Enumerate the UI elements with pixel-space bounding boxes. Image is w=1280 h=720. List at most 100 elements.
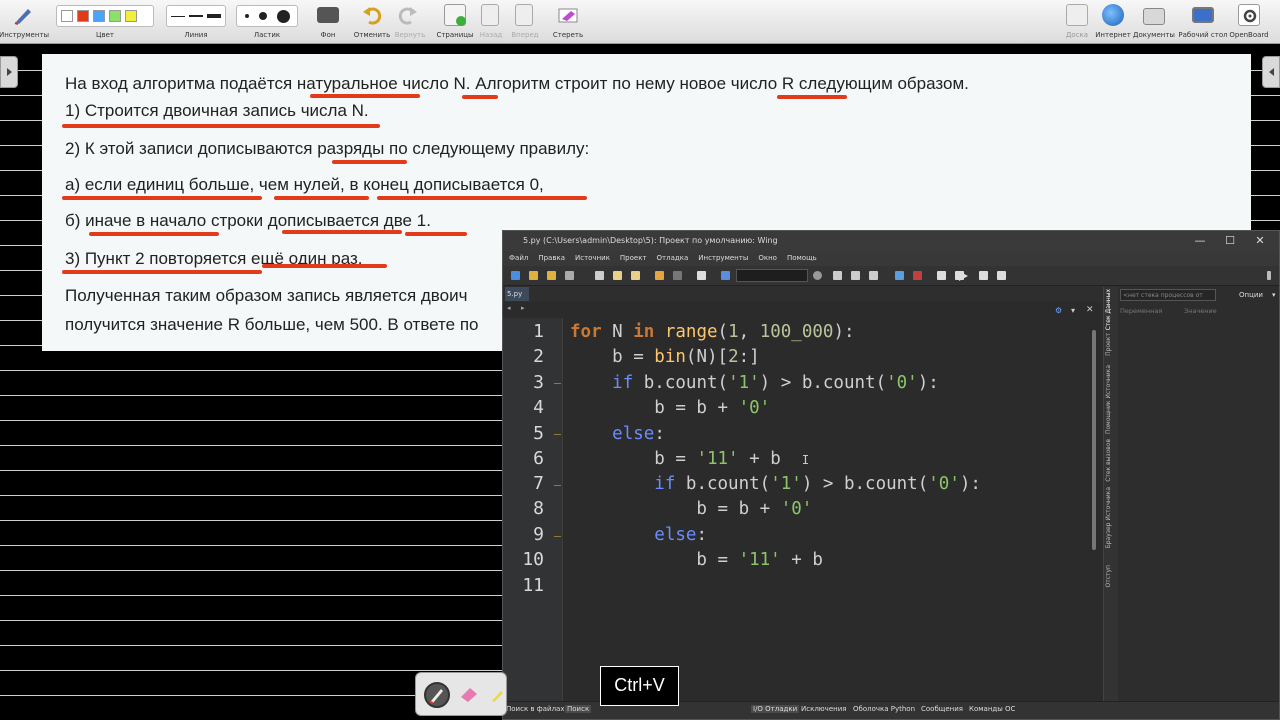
menu-edit[interactable]: Правка bbox=[538, 251, 565, 266]
nav-back-icon[interactable]: ◂ bbox=[507, 304, 511, 312]
fold-marker[interactable] bbox=[554, 536, 561, 537]
ide-search-input[interactable] bbox=[736, 269, 808, 282]
menu-source[interactable]: Источник bbox=[575, 251, 610, 266]
ide-window[interactable]: 5.py (C:\Users\admin\Desktop\5): Проект … bbox=[502, 230, 1280, 720]
python-icon[interactable] bbox=[895, 271, 904, 280]
tab-search-in-files[interactable]: Поиск в файлах bbox=[506, 705, 564, 713]
menu-help[interactable]: Помощь bbox=[787, 251, 817, 266]
tab-exceptions[interactable]: Исключения bbox=[801, 705, 846, 713]
close-icon[interactable]: ✕ bbox=[1245, 231, 1275, 251]
eraser-large-icon[interactable] bbox=[277, 9, 290, 23]
print-icon[interactable] bbox=[565, 271, 574, 280]
back-icon[interactable] bbox=[481, 4, 499, 26]
desktop-icon[interactable] bbox=[1192, 7, 1214, 23]
menu-project[interactable]: Проект bbox=[620, 251, 647, 266]
line-width-group[interactable] bbox=[166, 5, 226, 27]
ide-title-text: 5.py (C:\Users\admin\Desktop\5): Проект … bbox=[523, 236, 778, 245]
file-icon[interactable] bbox=[937, 271, 946, 280]
process-stack-dropdown[interactable]: <нет стека процессов от bbox=[1120, 289, 1216, 301]
eraser-size-group[interactable] bbox=[236, 5, 298, 27]
fold-marker[interactable] bbox=[554, 434, 561, 435]
step-over-icon[interactable] bbox=[997, 271, 1006, 280]
ide-titlebar[interactable]: 5.py (C:\Users\admin\Desktop\5): Проект … bbox=[503, 231, 1279, 251]
erase-icon[interactable] bbox=[557, 4, 579, 26]
tab-debug-io[interactable]: I/O Отладки bbox=[751, 705, 800, 713]
menu-window[interactable]: Окно bbox=[758, 251, 777, 266]
editor-scrollbar[interactable] bbox=[1091, 320, 1098, 695]
minimize-icon[interactable]: — bbox=[1185, 231, 1215, 251]
documents-icon[interactable] bbox=[1143, 8, 1165, 25]
color-yellow[interactable] bbox=[125, 10, 137, 22]
side-tab-source-assistant[interactable]: Помощник Источника bbox=[1105, 365, 1112, 434]
side-tab-project[interactable]: Проект bbox=[1105, 333, 1112, 356]
eraser-tool-icon[interactable] bbox=[458, 683, 480, 705]
toolbar-more-icon[interactable] bbox=[1267, 271, 1271, 280]
step-into-icon[interactable] bbox=[979, 271, 988, 280]
tab-messages[interactable]: Сообщения bbox=[921, 705, 963, 713]
copy-icon[interactable] bbox=[613, 271, 622, 280]
new-file-icon[interactable] bbox=[511, 271, 520, 280]
eraser-small-icon[interactable] bbox=[245, 14, 249, 18]
line-thick-icon[interactable] bbox=[207, 14, 221, 18]
tab-dropdown-icon[interactable]: ▾ bbox=[1071, 306, 1075, 315]
color-white[interactable] bbox=[61, 10, 73, 22]
save-file-icon[interactable] bbox=[547, 271, 556, 280]
indent-icon[interactable] bbox=[697, 271, 706, 280]
redo-icon[interactable] bbox=[397, 4, 419, 26]
line-medium-icon[interactable] bbox=[189, 15, 203, 17]
tab-5py[interactable]: 5.py bbox=[505, 287, 529, 301]
tab-search[interactable]: Поиск bbox=[565, 705, 592, 713]
menu-file[interactable]: Файл bbox=[509, 251, 528, 266]
right-panel-toggle[interactable] bbox=[1262, 56, 1280, 88]
tools-icon[interactable] bbox=[12, 4, 34, 26]
forward-icon[interactable] bbox=[515, 4, 533, 26]
board-icon[interactable] bbox=[1066, 4, 1088, 26]
undo-icon[interactable] bbox=[361, 4, 383, 26]
indent-right-icon[interactable] bbox=[833, 271, 842, 280]
fold-marker[interactable] bbox=[554, 383, 561, 384]
color-blue[interactable] bbox=[93, 10, 105, 22]
tab-python-shell[interactable]: Оболочка Python bbox=[853, 705, 915, 713]
pages-icon[interactable] bbox=[444, 4, 466, 26]
eraser-medium-icon[interactable] bbox=[259, 12, 267, 20]
color-palette[interactable] bbox=[56, 5, 154, 27]
left-panel-toggle[interactable] bbox=[0, 56, 18, 88]
side-tab-stack-data[interactable]: Стек Данных bbox=[1105, 289, 1112, 330]
ide-undo-icon[interactable] bbox=[655, 271, 664, 280]
options-menu[interactable]: Опции bbox=[1239, 291, 1263, 299]
indent-left-icon[interactable] bbox=[851, 271, 860, 280]
stop-icon[interactable] bbox=[913, 271, 922, 280]
color-green[interactable] bbox=[109, 10, 121, 22]
color-red[interactable] bbox=[77, 10, 89, 22]
openboard-icon[interactable] bbox=[1238, 4, 1260, 26]
code-line-2: b = bin(N)[2:] bbox=[570, 347, 760, 367]
options-icon[interactable]: ⚙ bbox=[1055, 306, 1062, 315]
paste-icon[interactable] bbox=[631, 271, 640, 280]
run-icon[interactable] bbox=[959, 271, 968, 281]
background-icon[interactable] bbox=[317, 7, 339, 23]
cut-icon[interactable] bbox=[595, 271, 604, 280]
side-tab-indentation[interactable]: Отступ bbox=[1105, 565, 1112, 588]
internet-icon[interactable] bbox=[1102, 4, 1124, 26]
nav-forward-icon[interactable]: ▸ bbox=[521, 304, 525, 312]
menu-tools[interactable]: Инструменты bbox=[698, 251, 748, 266]
code-editor[interactable]: 1 2 3 4 5 6 7 8 9 10 11 for N in range(1… bbox=[503, 318, 1101, 701]
side-tab-call-stack[interactable]: Стек вызовов bbox=[1105, 439, 1112, 482]
tab-close-icon[interactable]: ✕ bbox=[1086, 305, 1094, 315]
side-tab-source-browser[interactable]: Браузер Источника bbox=[1105, 487, 1112, 548]
goto-icon[interactable] bbox=[721, 271, 730, 280]
tab-os-commands[interactable]: Команды ОС bbox=[969, 705, 1015, 713]
menu-debug[interactable]: Отладка bbox=[657, 251, 689, 266]
ide-redo-icon[interactable] bbox=[673, 271, 682, 280]
indent-toggle-icon[interactable] bbox=[869, 271, 878, 280]
fold-marker[interactable] bbox=[554, 485, 561, 486]
options-chevron-down-icon[interactable]: ▾ bbox=[1272, 291, 1276, 299]
documents-label: Документы bbox=[1133, 31, 1175, 39]
search-icon[interactable] bbox=[813, 271, 822, 280]
scrollbar-thumb[interactable] bbox=[1092, 330, 1096, 550]
line-thin-icon[interactable] bbox=[171, 15, 185, 17]
highlighter-tool-icon[interactable] bbox=[490, 687, 504, 702]
maximize-icon[interactable]: ☐ bbox=[1215, 231, 1245, 251]
pen-tool-icon[interactable] bbox=[424, 682, 450, 708]
open-file-icon[interactable] bbox=[529, 271, 538, 280]
